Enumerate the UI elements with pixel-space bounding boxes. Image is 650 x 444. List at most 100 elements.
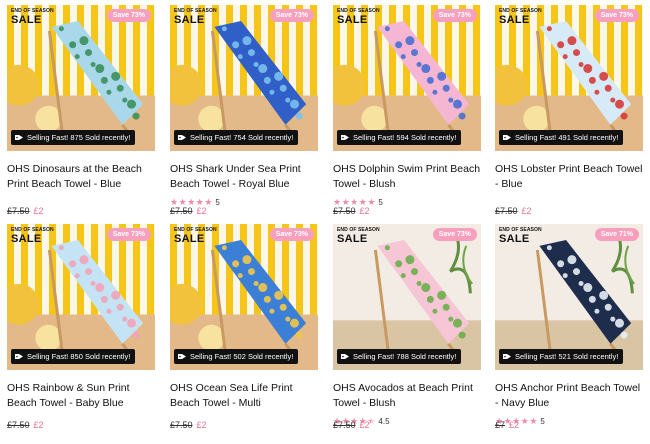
- end-of-season-sale-badge: END OF SEASON SALE: [499, 8, 542, 26]
- sale-badge-big: SALE: [11, 233, 42, 245]
- end-of-season-sale-badge: END OF SEASON SALE: [11, 227, 54, 245]
- sale-price: £2: [359, 420, 370, 430]
- tag-icon: [341, 134, 350, 141]
- selling-fast-text: Selling Fast! 594 Sold recently!: [353, 133, 457, 142]
- sale-price: £2: [359, 206, 370, 216]
- selling-fast-badge: Selling Fast! 788 Sold recently!: [337, 349, 462, 364]
- sale-badge-big: SALE: [11, 14, 42, 26]
- end-of-season-sale-badge: END OF SEASON SALE: [337, 8, 380, 26]
- product-prices: £7.50 £2: [7, 206, 44, 216]
- product-prices: £7.50 £2: [333, 420, 370, 430]
- tag-icon: [503, 353, 512, 360]
- selling-fast-text: Selling Fast! 788 Sold recently!: [353, 352, 457, 361]
- sale-price: £2: [509, 420, 520, 430]
- end-of-season-sale-badge: END OF SEASON SALE: [174, 8, 217, 26]
- save-percent-badge: Save 73%: [594, 9, 639, 22]
- rating-value: 4.5: [378, 416, 390, 426]
- selling-fast-text: Selling Fast! 502 Sold recently!: [190, 352, 294, 361]
- original-price: £7.50: [7, 206, 30, 216]
- sale-badge-big: SALE: [174, 233, 205, 245]
- product-image[interactable]: END OF SEASON SALE Save 73% Selling Fast! 8…: [7, 224, 155, 370]
- product-image[interactable]: END OF SEASON SALE Save 73% Selling Fast! 5…: [333, 5, 481, 151]
- original-price: £7.50: [333, 420, 356, 430]
- selling-fast-badge: Selling Fast! 491 Sold recently!: [499, 130, 624, 145]
- product-prices: £7.50 £2: [7, 420, 44, 430]
- product-image[interactable]: END OF SEASON SALE Save 73% Selling Fast! 7…: [170, 5, 318, 151]
- product-image[interactable]: END OF SEASON SALE Save 71% Selling Fast! 5…: [495, 224, 643, 370]
- save-percent-badge: Save 73%: [432, 9, 477, 22]
- sale-badge-big: SALE: [337, 14, 368, 26]
- selling-fast-badge: Selling Fast! 850 Sold recently!: [11, 349, 136, 364]
- product-image[interactable]: END OF SEASON SALE Save 73% Selling Fast! 7…: [333, 224, 481, 370]
- end-of-season-sale-badge: END OF SEASON SALE: [337, 227, 380, 245]
- product-card[interactable]: END OF SEASON SALE Save 73% Selling Fast! 8…: [7, 5, 155, 216]
- product-card[interactable]: END OF SEASON SALE Save 73% Selling Fast! 8…: [7, 224, 155, 430]
- product-card[interactable]: END OF SEASON SALE Save 73% Selling Fast! 5…: [333, 5, 481, 216]
- sale-price: £2: [196, 420, 207, 430]
- save-percent-badge: Save 71%: [594, 228, 639, 241]
- product-title[interactable]: OHS Avocados at Beach Print Towel - Blus…: [333, 381, 481, 410]
- sale-price: £2: [521, 206, 532, 216]
- selling-fast-text: Selling Fast! 754 Sold recently!: [190, 133, 294, 142]
- original-price: £7.50: [495, 206, 518, 216]
- selling-fast-text: Selling Fast! 491 Sold recently!: [515, 133, 619, 142]
- product-prices: £7.50 £2: [170, 420, 207, 430]
- selling-fast-text: Selling Fast! 521 Sold recently!: [515, 352, 619, 361]
- save-percent-badge: Save 73%: [269, 228, 314, 241]
- selling-fast-text: Selling Fast! 850 Sold recently!: [27, 352, 131, 361]
- rating-value: 5: [540, 416, 545, 426]
- tag-icon: [178, 353, 187, 360]
- selling-fast-badge: Selling Fast! 502 Sold recently!: [174, 349, 299, 364]
- product-image[interactable]: END OF SEASON SALE Save 73% Selling Fast! 4…: [495, 5, 643, 151]
- selling-fast-text: Selling Fast! 875 Sold recently!: [27, 133, 131, 142]
- product-card[interactable]: END OF SEASON SALE Save 73% Selling Fast! 4…: [495, 5, 643, 216]
- tag-icon: [15, 353, 24, 360]
- product-title[interactable]: OHS Ocean Sea Life Print Beach Towel - M…: [170, 381, 318, 410]
- product-prices: £7.50 £2: [170, 206, 207, 216]
- sale-badge-big: SALE: [499, 233, 530, 245]
- tag-icon: [341, 353, 350, 360]
- product-image[interactable]: END OF SEASON SALE Save 73% Selling Fast! 5…: [170, 224, 318, 370]
- product-title[interactable]: OHS Rainbow & Sun Print Beach Towel - Ba…: [7, 381, 155, 410]
- sale-badge-big: SALE: [174, 14, 205, 26]
- original-price: £7: [495, 420, 506, 430]
- original-price: £7.50: [333, 206, 356, 216]
- rating-value: 5: [215, 197, 220, 207]
- save-percent-badge: Save 73%: [432, 228, 477, 241]
- product-grid: END OF SEASON SALE Save 73% Selling Fast! 8…: [0, 0, 650, 444]
- product-card[interactable]: END OF SEASON SALE Save 73% Selling Fast! 7…: [333, 224, 481, 430]
- product-title[interactable]: OHS Dinosaurs at the Beach Print Beach T…: [7, 162, 155, 191]
- product-prices: £7 £2: [495, 420, 519, 430]
- selling-fast-badge: Selling Fast! 521 Sold recently!: [499, 349, 624, 364]
- sale-price: £2: [33, 206, 44, 216]
- product-prices: £7.50 £2: [333, 206, 370, 216]
- tag-icon: [503, 134, 512, 141]
- save-percent-badge: Save 73%: [106, 9, 151, 22]
- selling-fast-badge: Selling Fast! 754 Sold recently!: [174, 130, 299, 145]
- original-price: £7.50: [170, 206, 193, 216]
- save-percent-badge: Save 73%: [106, 228, 151, 241]
- product-card[interactable]: END OF SEASON SALE Save 73% Selling Fast! 7…: [170, 5, 318, 216]
- product-image[interactable]: END OF SEASON SALE Save 73% Selling Fast! 8…: [7, 5, 155, 151]
- tag-icon: [178, 134, 187, 141]
- selling-fast-badge: Selling Fast! 594 Sold recently!: [337, 130, 462, 145]
- end-of-season-sale-badge: END OF SEASON SALE: [174, 227, 217, 245]
- original-price: £7.50: [7, 420, 30, 430]
- selling-fast-badge: Selling Fast! 875 Sold recently!: [11, 130, 136, 145]
- tag-icon: [15, 134, 24, 141]
- original-price: £7.50: [170, 420, 193, 430]
- sale-price: £2: [196, 206, 207, 216]
- product-card[interactable]: END OF SEASON SALE Save 71% Selling Fast! 5…: [495, 224, 643, 430]
- product-title[interactable]: OHS Dolphin Swim Print Beach Towel - Blu…: [333, 162, 481, 191]
- rating-value: 5: [378, 197, 383, 207]
- sale-badge-big: SALE: [337, 233, 368, 245]
- sale-badge-big: SALE: [499, 14, 530, 26]
- end-of-season-sale-badge: END OF SEASON SALE: [499, 227, 542, 245]
- star-icon: ★: [529, 415, 538, 426]
- product-card[interactable]: END OF SEASON SALE Save 73% Selling Fast! 5…: [170, 224, 318, 430]
- product-title[interactable]: OHS Anchor Print Beach Towel - Navy Blue: [495, 381, 643, 410]
- product-prices: £7.50 £2: [495, 206, 532, 216]
- product-title[interactable]: OHS Shark Under Sea Print Beach Towel - …: [170, 162, 318, 191]
- product-title[interactable]: OHS Lobster Print Beach Towel - Blue: [495, 162, 643, 191]
- star-icon: ★: [520, 415, 529, 426]
